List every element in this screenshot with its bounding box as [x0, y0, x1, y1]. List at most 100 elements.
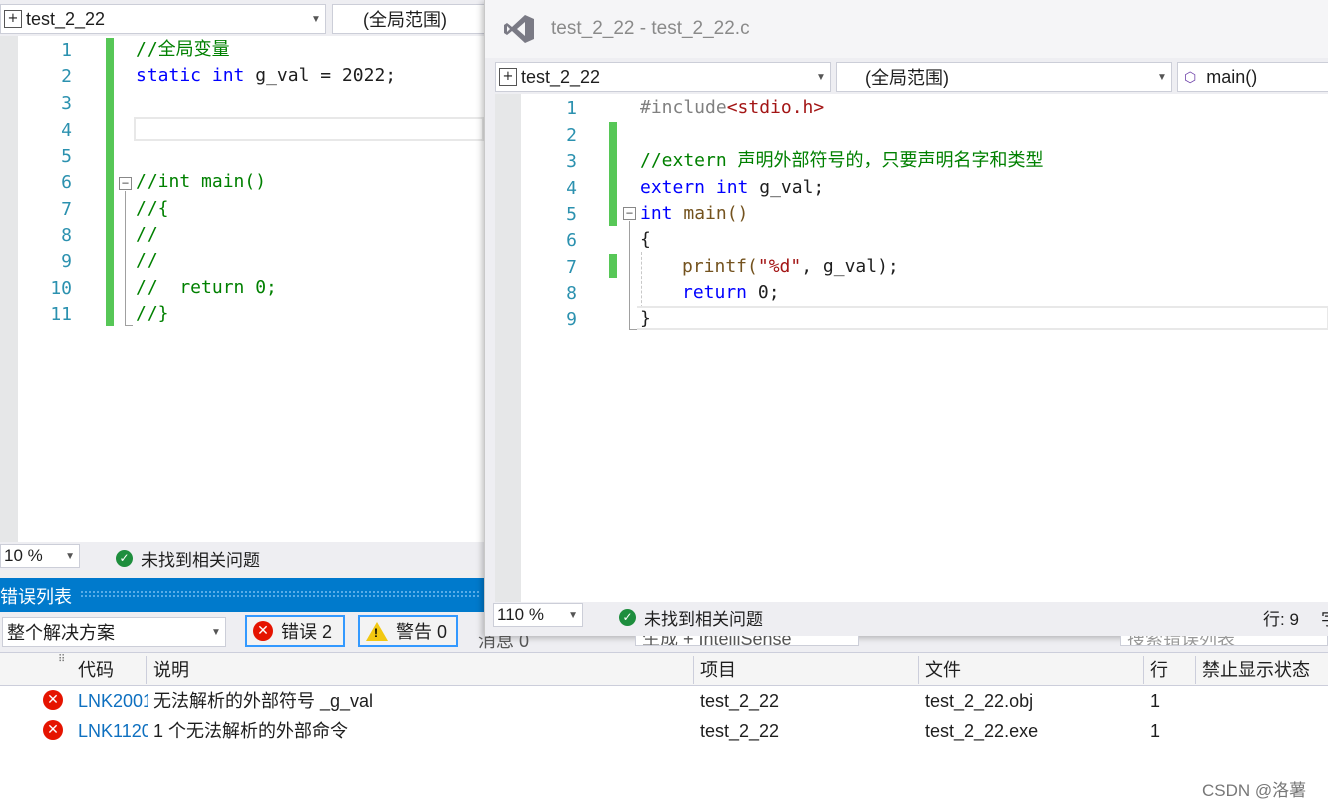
error-project: test_2_22 — [700, 691, 780, 711]
grip-icon: ⠿ — [58, 654, 66, 665]
messages-filter-button[interactable]: 消息 0 — [478, 636, 558, 650]
code-line: // — [136, 250, 158, 271]
column-header-project[interactable]: 项目 — [694, 656, 919, 684]
code-line: //全局变量 — [136, 39, 230, 60]
line-number: 5 — [61, 146, 72, 167]
window-titlebar: test_2_22 - test_2_22.c — [485, 0, 1328, 58]
right-scope-combo[interactable]: (全局范围) ▼ — [836, 62, 1172, 92]
warnings-filter-button[interactable]: ! 警告 0 — [358, 615, 458, 647]
chevron-down-icon: ▼ — [65, 550, 75, 562]
line-indicator: 行: 9 — [1263, 610, 1299, 629]
watermark: CSDN @洛薯 — [1202, 781, 1307, 800]
line-number: 6 — [566, 230, 577, 251]
error-list-title: 错误列表 — [0, 587, 72, 607]
line-number: 2 — [61, 66, 72, 87]
line-number: 10 — [50, 278, 72, 299]
outline-guide — [629, 221, 630, 329]
chevron-down-icon: ▼ — [311, 13, 321, 25]
right-project-combo[interactable]: + test_2_22 ▼ — [495, 62, 831, 92]
right-editor-window[interactable]: test_2_22 - test_2_22.c + test_2_22 ▼ (全… — [484, 0, 1328, 636]
code-line: printf("%d", g_val); — [682, 256, 899, 277]
project-icon: + — [4, 10, 22, 28]
code-line: } — [640, 308, 651, 329]
member-combo[interactable]: ⬡ main() — [1177, 62, 1328, 92]
line-number: 8 — [566, 283, 577, 304]
code-line: int main() — [640, 203, 749, 224]
issues-status[interactable]: ✓ 未找到相关问题 — [619, 605, 763, 630]
collapse-icon[interactable]: − — [119, 177, 132, 190]
chevron-down-icon: ▼ — [816, 71, 826, 83]
line-number: 9 — [61, 251, 72, 272]
error-line: 1 — [1150, 721, 1161, 741]
warning-icon: ! — [366, 621, 388, 641]
error-file: test_2_22.exe — [925, 721, 1039, 741]
column-header-line[interactable]: 行 — [1144, 656, 1196, 684]
column-header-file[interactable]: 文件 — [919, 656, 1144, 684]
check-circle-icon: ✓ — [116, 550, 133, 567]
line-number: 2 — [566, 125, 577, 146]
line-number: 4 — [61, 120, 72, 141]
indent-guide — [641, 252, 642, 308]
error-project: test_2_22 — [700, 721, 780, 741]
error-description: 1 个无法解析的外部命令 — [153, 721, 349, 741]
error-code-link[interactable]: LNK1120 — [78, 716, 148, 746]
error-icon: ✕ — [43, 690, 63, 710]
right-margin — [495, 94, 521, 602]
code-line: { — [640, 229, 651, 250]
error-description: 无法解析的外部符号 _g_val — [153, 691, 374, 711]
errors-filter-button[interactable]: ✕ 错误 2 — [245, 615, 345, 647]
change-indicator — [609, 254, 617, 278]
code-line: //} — [136, 303, 169, 324]
line-number: 3 — [61, 93, 72, 114]
column-header-code[interactable]: 代码 — [72, 656, 147, 684]
line-number: 6 — [61, 172, 72, 193]
error-file: test_2_22.obj — [925, 691, 1034, 711]
check-circle-icon: ✓ — [619, 609, 636, 626]
left-scope-combo[interactable]: (全局范围) — [332, 4, 484, 34]
line-number: 8 — [61, 225, 72, 246]
collapse-icon[interactable]: − — [623, 207, 636, 220]
source-filter-combo[interactable]: 生成 + IntelliSense — [635, 636, 859, 646]
code-line: //{ — [136, 198, 169, 219]
visual-studio-logo-icon — [504, 15, 534, 43]
error-line: 1 — [1150, 691, 1161, 711]
change-indicator — [106, 38, 114, 326]
left-project-combo[interactable]: + test_2_22 ▼ — [0, 4, 326, 34]
code-line: return 0; — [682, 282, 780, 303]
project-icon: + — [499, 68, 517, 86]
column-indicator: 字 — [1321, 605, 1328, 630]
line-number: 11 — [50, 304, 72, 325]
current-line-highlight — [637, 306, 1328, 330]
window-title: test_2_22 - test_2_22.c — [551, 18, 750, 39]
error-icon: ✕ — [43, 720, 63, 740]
line-number: 1 — [566, 98, 577, 119]
error-icon: ✕ — [253, 621, 273, 641]
issues-status[interactable]: ✓ 未找到相关问题 — [116, 546, 260, 571]
current-line-highlight — [134, 117, 484, 141]
code-line: static int g_val = 2022; — [136, 65, 397, 86]
chevron-down-icon: ▼ — [211, 626, 221, 638]
outline-guide — [125, 191, 126, 325]
code-line: #include<stdio.h> — [640, 97, 825, 118]
scope-filter-combo[interactable]: 整个解决方案 ▼ — [2, 617, 226, 647]
column-header-description[interactable]: 说明 — [147, 656, 694, 684]
zoom-combo[interactable]: 110 % ▼ — [493, 603, 583, 627]
line-number: 5 — [566, 204, 577, 225]
outline-guide-end — [629, 329, 637, 330]
chevron-down-icon: ▼ — [568, 609, 578, 621]
left-margin — [0, 36, 18, 542]
code-line: // return 0; — [136, 277, 277, 298]
search-error-list-input[interactable]: 搜索错误列表 — [1120, 636, 1328, 646]
line-number: 9 — [566, 309, 577, 330]
column-header-suppression[interactable]: 禁止显示状态 — [1196, 656, 1328, 684]
chevron-down-icon: ▼ — [1157, 71, 1167, 83]
method-icon: ⬡ — [1184, 68, 1197, 85]
code-line: //extern 声明外部符号的，只要声明名字和类型 — [640, 150, 1044, 171]
error-code-link[interactable]: LNK2001 — [78, 686, 148, 716]
zoom-combo[interactable]: 10 % ▼ — [0, 544, 80, 568]
line-number: 3 — [566, 151, 577, 172]
line-number: 7 — [566, 257, 577, 278]
code-line: extern int g_val; — [640, 177, 825, 198]
line-number: 7 — [61, 199, 72, 220]
right-status-bar — [485, 602, 1328, 636]
